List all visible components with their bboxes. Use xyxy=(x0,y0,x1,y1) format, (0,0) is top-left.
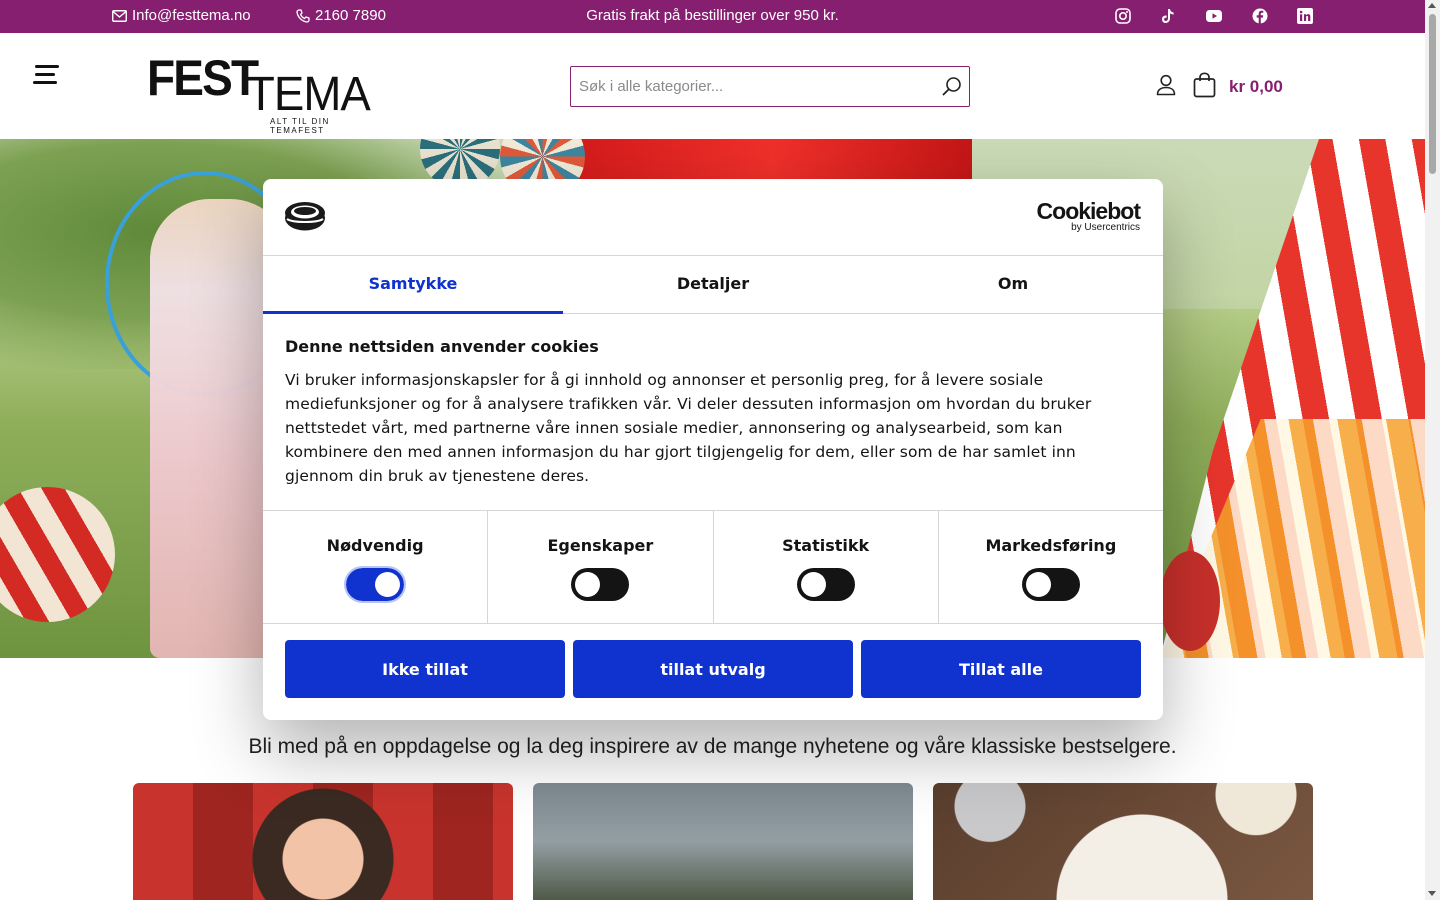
statistics-toggle[interactable] xyxy=(796,568,855,601)
necessary-toggle[interactable] xyxy=(344,566,407,603)
mail-icon xyxy=(112,9,127,22)
cookie-dialog-heading: Denne nettsiden anvender cookies xyxy=(285,337,599,356)
logo-word-fest: FEST xyxy=(147,50,259,106)
deny-button[interactable]: Ikke tillat xyxy=(285,640,565,698)
logo-tagline: ALT TIL DIN TEMAFEST xyxy=(270,117,330,135)
cookie-category-switches: Nødvendig Egenskaper Statistikk Markedsf… xyxy=(263,510,1163,624)
category-statistics: Statistikk xyxy=(714,511,939,623)
account-icon[interactable] xyxy=(1156,74,1176,100)
category-label: Egenskaper xyxy=(547,536,654,555)
cookiebot-brand-sub: by Usercentrics xyxy=(1071,222,1140,233)
logo-word-tema: TEMA xyxy=(247,68,371,121)
tiktok-icon[interactable] xyxy=(1159,7,1177,25)
phone-icon xyxy=(296,8,310,23)
category-preferences: Egenskaper xyxy=(488,511,714,623)
tab-detaljer[interactable]: Detaljer xyxy=(563,256,863,313)
cart-total[interactable]: kr 0,00 xyxy=(1229,77,1283,97)
menu-icon[interactable] xyxy=(33,65,61,91)
top-bar: Info@festtema.no 2160 7890 Gratis frakt … xyxy=(0,0,1425,33)
cookie-dialog-body: Denne nettsiden anvender cookies Vi bruk… xyxy=(285,337,1135,488)
tab-samtykke[interactable]: Samtykke xyxy=(263,256,563,314)
category-card-image[interactable] xyxy=(933,783,1313,900)
linkedin-icon[interactable] xyxy=(1296,7,1314,25)
scroll-down-arrow-icon[interactable] xyxy=(1428,891,1436,896)
category-card-image[interactable] xyxy=(133,783,513,900)
category-label: Statistikk xyxy=(782,536,870,555)
youtube-icon[interactable] xyxy=(1205,7,1223,25)
search-input[interactable] xyxy=(571,67,921,106)
category-label: Nødvendig xyxy=(326,536,424,555)
cookiebot-brand[interactable]: Cookiebot by Usercentrics xyxy=(1036,198,1141,233)
scrollbar-thumb[interactable] xyxy=(1429,14,1436,174)
email-text: Info@festtema.no xyxy=(132,7,251,24)
preferences-toggle[interactable] xyxy=(571,568,630,601)
category-label: Markedsføring xyxy=(985,536,1117,555)
site-header: FEST TEMA ALT TIL DIN TEMAFEST kr 0,00 xyxy=(0,33,1425,139)
tab-om[interactable]: Om xyxy=(863,256,1163,313)
phone-link[interactable]: 2160 7890 xyxy=(296,7,386,24)
cookie-dialog-tabs: Samtykke Detaljer Om xyxy=(263,256,1163,314)
allow-all-button[interactable]: Tillat alle xyxy=(861,640,1141,698)
category-card-image[interactable] xyxy=(533,783,913,900)
cookie-dialog-header: Cookiebot by Usercentrics xyxy=(263,179,1163,256)
phone-text: 2160 7890 xyxy=(315,7,386,24)
category-marketing: Markedsføring xyxy=(939,511,1163,623)
search-box xyxy=(570,66,970,107)
site-logo[interactable]: FEST TEMA ALT TIL DIN TEMAFEST xyxy=(147,50,377,135)
search-icon[interactable] xyxy=(942,76,962,100)
cookie-consent-dialog: Cookiebot by Usercentrics Samtykke Detal… xyxy=(263,179,1163,720)
cookiebot-brand-name: Cookiebot xyxy=(1036,198,1141,224)
marketing-toggle[interactable] xyxy=(1021,568,1080,601)
shopping-bag-icon[interactable] xyxy=(1193,72,1216,102)
scroll-up-arrow-icon[interactable] xyxy=(1428,3,1436,8)
email-link[interactable]: Info@festtema.no xyxy=(112,7,251,24)
inspiration-tagline: Bli med på en oppdagelse og la deg inspi… xyxy=(248,735,1177,758)
cookiebot-logo-icon xyxy=(284,200,326,236)
cookie-action-buttons: Ikke tillat tillat utvalg Tillat alle xyxy=(285,640,1141,698)
instagram-icon[interactable] xyxy=(1114,7,1132,25)
cookie-dialog-text: Vi bruker informasjonskapsler for å gi i… xyxy=(285,371,1092,485)
allow-selection-button[interactable]: tillat utvalg xyxy=(573,640,853,698)
category-necessary: Nødvendig xyxy=(263,511,489,623)
page-scrollbar[interactable] xyxy=(1425,0,1440,900)
facebook-icon[interactable] xyxy=(1251,7,1269,25)
